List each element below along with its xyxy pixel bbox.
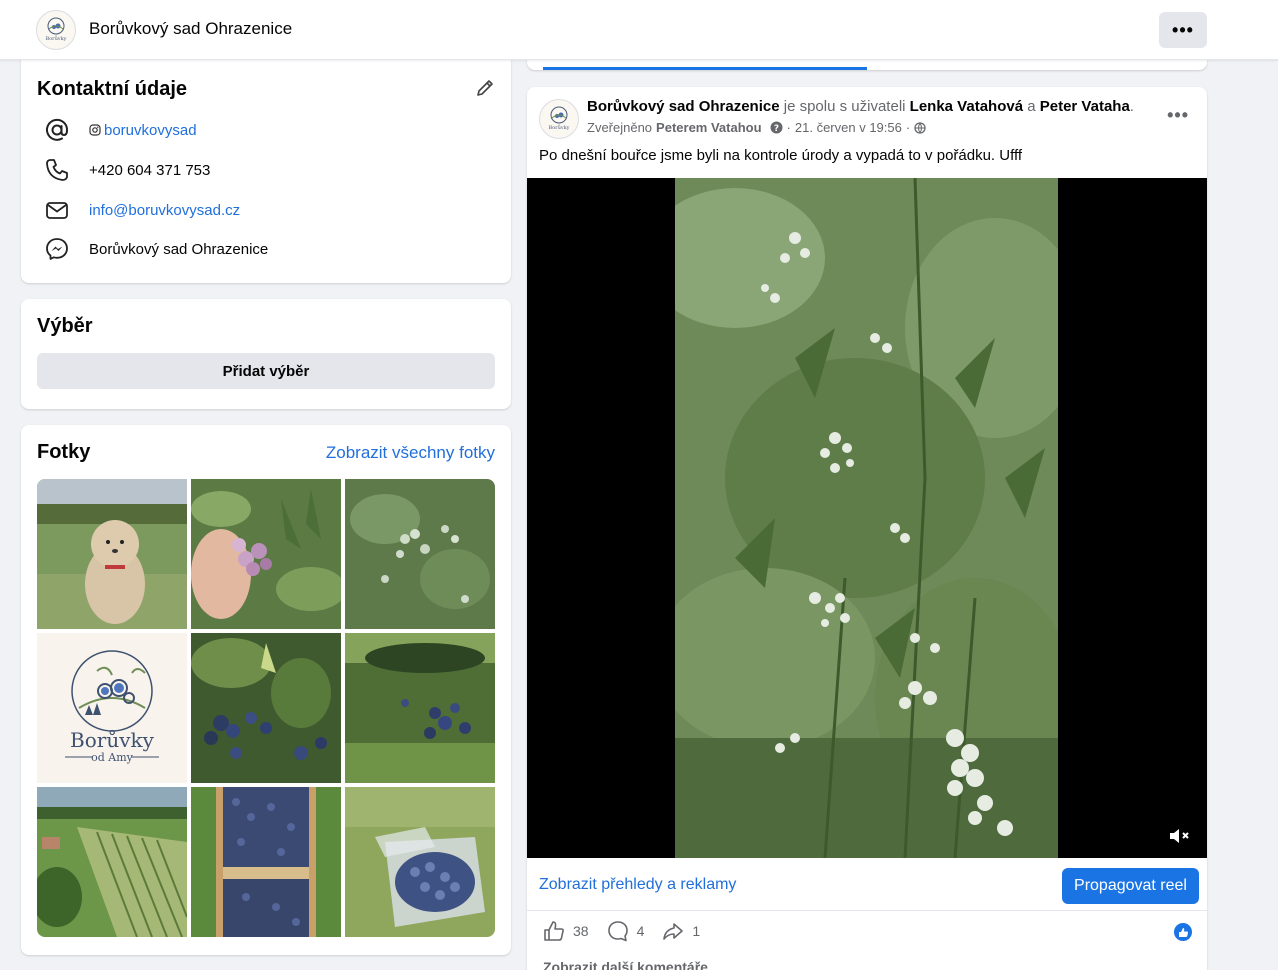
- post-stats: 38 4 1: [543, 920, 700, 942]
- post-meta: Zveřejněno Peterem Vatahou ? · 21. červe…: [587, 120, 926, 135]
- view-insights-link[interactable]: Zobrazit přehledy a reklamy: [539, 876, 736, 894]
- page-header: Borůvky Borůvkový sad Ohrazenice •••: [0, 0, 1278, 60]
- post-card: Borůvky Borůvkový sad Ohrazenice je spol…: [527, 87, 1207, 970]
- video-frame: [675, 178, 1058, 858]
- more-options-button[interactable]: •••: [1159, 12, 1207, 48]
- globe-icon: [914, 121, 926, 134]
- active-tab-indicator: [543, 67, 867, 70]
- comment-count: 4: [636, 923, 645, 939]
- photos-card: Fotky Zobrazit všechny fotky Borůvky od …: [21, 425, 511, 955]
- add-selection-button[interactable]: Přidat výběr: [37, 353, 495, 389]
- posted-by-prefix: Zveřejněno: [587, 120, 653, 135]
- instagram-link[interactable]: boruvkovysad: [104, 122, 197, 139]
- at-sign-icon: [43, 116, 71, 144]
- photo-thumbnail[interactable]: [345, 633, 495, 783]
- share-count: 1: [692, 923, 701, 939]
- photo-thumbnail[interactable]: [191, 479, 341, 629]
- post-author-avatar[interactable]: Borůvky: [539, 99, 579, 139]
- share-icon: [663, 923, 684, 940]
- contact-phone-row: +420 604 371 753: [43, 156, 210, 184]
- photos-title: Fotky: [37, 441, 91, 463]
- contact-instagram-row: boruvkovysad: [43, 116, 197, 144]
- like-reaction-icon[interactable]: [1174, 923, 1192, 941]
- photo-thumbnail[interactable]: [345, 787, 495, 937]
- post-text: Po dnešní bouřce jsme byli na kontrole ú…: [539, 147, 1023, 164]
- phone-icon: [43, 156, 71, 184]
- see-all-photos-link[interactable]: Zobrazit všechny fotky: [326, 443, 495, 463]
- messenger-icon: [43, 235, 71, 263]
- messenger-name: Borůvkový sad Ohrazenice: [89, 240, 269, 258]
- svg-text:?: ?: [773, 124, 778, 134]
- comment-stat[interactable]: 4: [607, 920, 645, 942]
- comment-icon: [607, 921, 628, 942]
- contact-messenger-row: Borůvkový sad Ohrazenice: [43, 235, 268, 263]
- logo-title-text: Borůvky: [70, 728, 155, 752]
- post-author-link[interactable]: Borůvkový sad Ohrazenice: [587, 98, 780, 115]
- svg-text:Borůvky: Borůvky: [549, 124, 570, 131]
- mute-icon[interactable]: [1168, 826, 1192, 846]
- post-header: Borůvkový sad Ohrazenice je spolu s uživ…: [587, 98, 1134, 115]
- posted-by-name[interactable]: Peterem Vatahou: [656, 120, 762, 135]
- tagged-user-2[interactable]: Peter Vataha: [1040, 98, 1130, 115]
- share-stat[interactable]: 1: [662, 920, 700, 942]
- instagram-icon: [89, 124, 101, 136]
- selection-title: Výběr: [37, 315, 93, 337]
- page-title: Borůvkový sad Ohrazenice: [89, 19, 293, 38]
- tagged-user-1[interactable]: Lenka Vatahová: [910, 98, 1023, 115]
- photo-thumbnail[interactable]: [345, 479, 495, 629]
- reel-video[interactable]: [527, 178, 1207, 858]
- question-icon[interactable]: ?: [770, 121, 783, 134]
- boost-reel-button[interactable]: Propagovat reel: [1062, 868, 1199, 904]
- post-date[interactable]: 21. červen v 19:56: [795, 120, 902, 135]
- post-with-text: je spolu s uživateli: [783, 98, 906, 115]
- envelope-icon: [43, 196, 71, 224]
- phone-number: +420 604 371 753: [89, 161, 211, 179]
- post-options-button[interactable]: •••: [1167, 105, 1189, 126]
- logo-subtitle-text: od Amy: [91, 751, 134, 764]
- contact-title: Kontaktní údaje: [37, 78, 188, 100]
- photo-thumbnail[interactable]: [37, 787, 187, 937]
- boruvky-logo-image: Borůvky od Amy: [65, 650, 159, 764]
- divider: [527, 910, 1207, 911]
- contact-card: Kontaktní údaje boruvkovysad +420 604 37…: [21, 50, 511, 283]
- view-more-comments-link[interactable]: Zobrazit další komentáře: [543, 959, 708, 970]
- email-link[interactable]: info@boruvkovysad.cz: [89, 202, 240, 219]
- photo-thumbnail[interactable]: [191, 633, 341, 783]
- photo-thumbnail[interactable]: [191, 787, 341, 937]
- contact-email-row: info@boruvkovysad.cz: [43, 196, 240, 224]
- like-count: 38: [573, 923, 589, 939]
- post-and-text: a: [1027, 98, 1036, 115]
- page-logo[interactable]: Borůvky: [36, 10, 76, 50]
- svg-text:Borůvky: Borůvky: [46, 35, 67, 42]
- selection-card: Výběr Přidat výběr: [21, 299, 511, 409]
- photo-grid: Borůvky od Amy: [37, 479, 495, 937]
- thumbs-up-icon: [544, 921, 564, 941]
- photo-thumbnail[interactable]: [37, 479, 187, 629]
- pencil-icon[interactable]: [475, 78, 495, 98]
- photo-thumbnail[interactable]: Borůvky od Amy: [37, 633, 187, 783]
- like-stat[interactable]: 38: [543, 920, 589, 942]
